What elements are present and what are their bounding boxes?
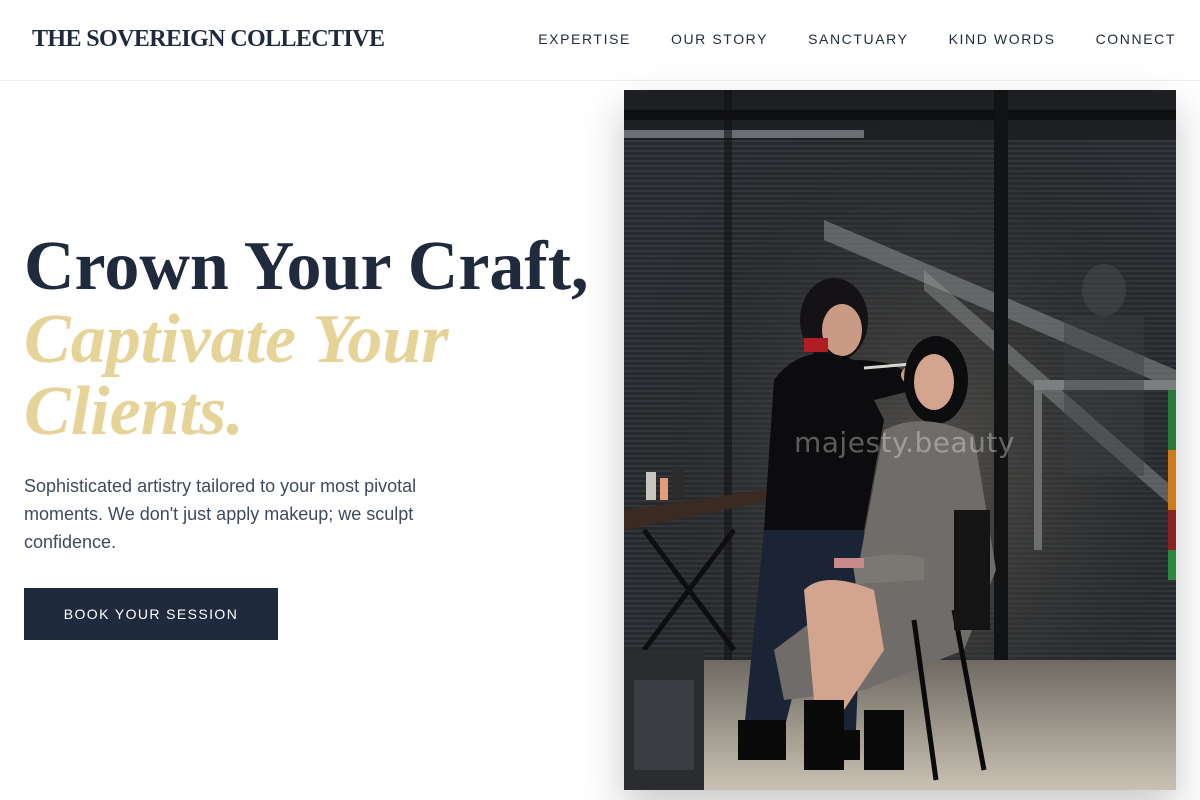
photo-watermark: majesty.beauty [794,426,1015,459]
nav-link-sanctuary[interactable]: SANCTUARY [808,31,909,47]
hero-photo: majesty.beauty [624,90,1176,790]
site-header: THE SOVEREIGN COLLECTIVE EXPERTISE OUR S… [0,0,1200,81]
hero-subtext: Sophisticated artistry tailored to your … [24,476,417,552]
nav-link-connect[interactable]: CONNECT [1096,31,1176,47]
main-nav: EXPERTISE OUR STORY SANCTUARY KIND WORDS… [538,31,1176,47]
headline-line-1: Crown Your Craft, [24,228,589,305]
brand-logo[interactable]: THE SOVEREIGN COLLECTIVE [32,26,385,53]
hero-content: Crown Your Craft, Captivate Your Clients… [24,230,604,640]
nav-link-our-story[interactable]: OUR STORY [671,31,768,47]
nav-link-expertise[interactable]: EXPERTISE [538,31,631,47]
hero-headline: Crown Your Craft, Captivate Your Clients… [24,230,604,448]
headline-line-2: Captivate Your Clients. [24,301,449,450]
nav-link-kind-words[interactable]: KIND WORDS [949,31,1056,47]
book-session-button[interactable]: BOOK YOUR SESSION [24,588,278,640]
